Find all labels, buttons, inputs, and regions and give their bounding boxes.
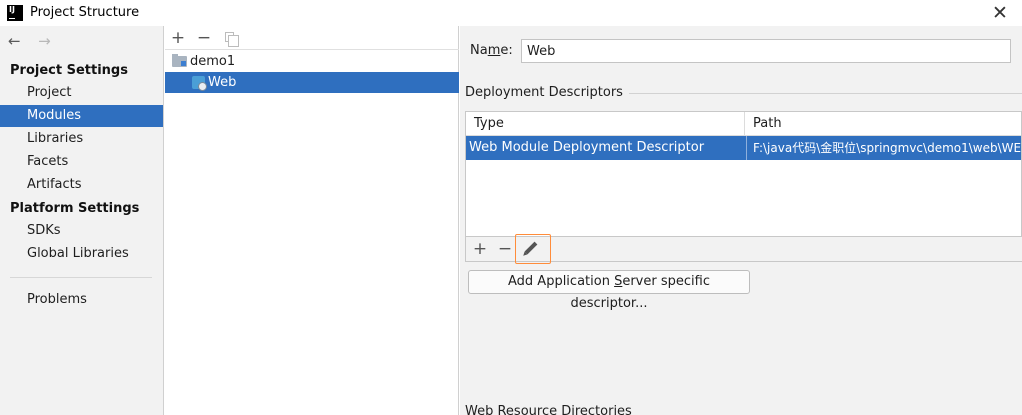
facet-details-pane: Name: Deployment Descriptors Type Path W… (460, 26, 1022, 415)
descriptors-toolbar: + − (465, 234, 1022, 264)
tree-node-label: demo1 (190, 54, 236, 69)
window-title: Project Structure (30, 5, 140, 20)
add-icon[interactable]: + (168, 27, 188, 49)
navigation-arrows: ← → (8, 30, 64, 52)
remove-descriptor-icon[interactable]: − (494, 238, 516, 260)
back-arrow-icon[interactable]: ← (8, 30, 26, 52)
platform-settings-header: Platform Settings (10, 201, 140, 216)
intellij-logo-icon: IJ (7, 5, 23, 21)
name-label: Name: (470, 43, 513, 58)
pencil-icon (524, 241, 538, 255)
sidebar-divider (10, 277, 152, 278)
tree-node-label: Web (208, 75, 237, 90)
sidebar-item-modules[interactable]: Modules (0, 105, 163, 127)
project-settings-header: Project Settings (10, 63, 128, 78)
settings-sidebar: ← → Project Settings Project Modules Lib… (0, 26, 164, 415)
module-folder-icon (172, 54, 187, 67)
web-resource-directories-title: Web Resource Directories (465, 404, 638, 415)
sidebar-item-artifacts[interactable]: Artifacts (0, 174, 163, 196)
add-server-descriptor-button[interactable]: Add Application Server specific descript… (468, 270, 750, 311)
descriptor-path-cell: F:\java代码\金职位\springmvc\demo1\web\WEB (746, 136, 1021, 160)
module-tree-pane: + − demo1 Web (165, 26, 459, 415)
name-field[interactable] (521, 39, 1011, 63)
tree-node-demo1[interactable]: demo1 (165, 51, 459, 72)
deployment-descriptors-table: Type Path Web Module Deployment Descript… (465, 111, 1022, 237)
column-header-type[interactable]: Type (466, 112, 745, 136)
sidebar-item-sdks[interactable]: SDKs (0, 220, 163, 242)
web-facet-icon (192, 76, 207, 91)
descriptor-type-cell: Web Module Deployment Descriptor (469, 140, 705, 155)
sidebar-item-global-libraries[interactable]: Global Libraries (0, 243, 163, 265)
column-header-path[interactable]: Path (745, 112, 1021, 136)
sidebar-item-libraries[interactable]: Libraries (0, 128, 163, 150)
sidebar-item-facets[interactable]: Facets (0, 151, 163, 173)
deployment-descriptors-title: Deployment Descriptors (465, 85, 629, 100)
tree-node-web[interactable]: Web (165, 72, 459, 93)
edit-descriptor-button[interactable] (515, 234, 551, 264)
sidebar-item-project[interactable]: Project (0, 82, 163, 104)
table-row[interactable]: Web Module Deployment Descriptor F:\java… (466, 136, 1021, 160)
sidebar-item-problems[interactable]: Problems (0, 289, 163, 311)
copy-icon[interactable] (220, 27, 240, 49)
close-icon[interactable]: ✕ (990, 3, 1010, 23)
title-bar: IJ Project Structure ✕ (0, 0, 1022, 26)
forward-arrow-icon[interactable]: → (38, 30, 56, 52)
remove-icon[interactable]: − (194, 27, 214, 49)
add-descriptor-icon[interactable]: + (469, 238, 491, 260)
module-tree-toolbar: + − (165, 26, 459, 50)
